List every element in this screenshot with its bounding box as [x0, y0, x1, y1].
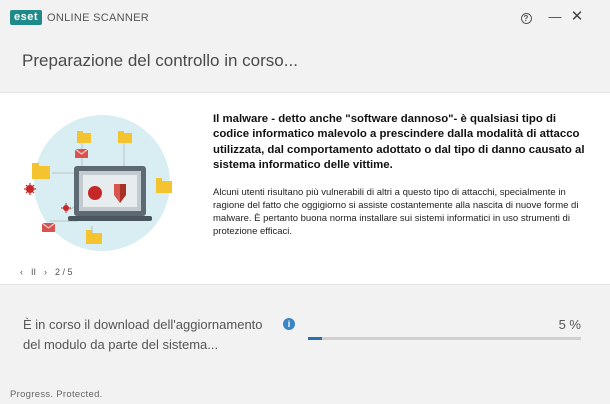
progress-percent: 5 % [558, 317, 581, 332]
mail-icon [41, 222, 56, 232]
malware-illustration [24, 115, 172, 251]
progress-bar [308, 337, 581, 340]
info-slide-panel: Il malware - detto anche "software danno… [0, 92, 610, 285]
footer-tagline: Progress. Protected. [10, 389, 103, 400]
minimize-button[interactable]: — [545, 8, 565, 26]
close-button[interactable]: ✕ [567, 8, 587, 26]
eset-logo-badge: eset [10, 10, 43, 25]
previous-slide-button[interactable]: ‹ [20, 267, 23, 277]
product-name: ONLINE SCANNER [47, 11, 150, 24]
info-icon[interactable]: i [283, 318, 295, 330]
app-logo: eset ONLINE SCANNER [10, 10, 149, 25]
bug-icon [88, 186, 102, 200]
slide-body: Alcuni utenti risultano più vulnerabili … [213, 186, 579, 238]
title-bar: eset ONLINE SCANNER ? — ✕ [0, 0, 610, 34]
slide-position: 2 / 5 [55, 267, 73, 277]
status-text: È in corso il download dell'aggiornament… [23, 317, 263, 352]
help-button[interactable]: ? [516, 8, 536, 26]
help-icon: ? [520, 13, 532, 24]
progress-bar-fill [308, 337, 322, 340]
next-slide-button[interactable]: › [44, 267, 47, 277]
slide-headline: Il malware - detto anche "software danno… [213, 113, 585, 172]
pause-button[interactable]: II [31, 267, 36, 277]
mail-icon [74, 148, 89, 158]
page-title: Preparazione del controllo in corso... [22, 51, 298, 70]
slide-text: Il malware - detto anche "software danno… [213, 112, 595, 238]
slide-pager: ‹ II › 2 / 5 [20, 267, 81, 277]
